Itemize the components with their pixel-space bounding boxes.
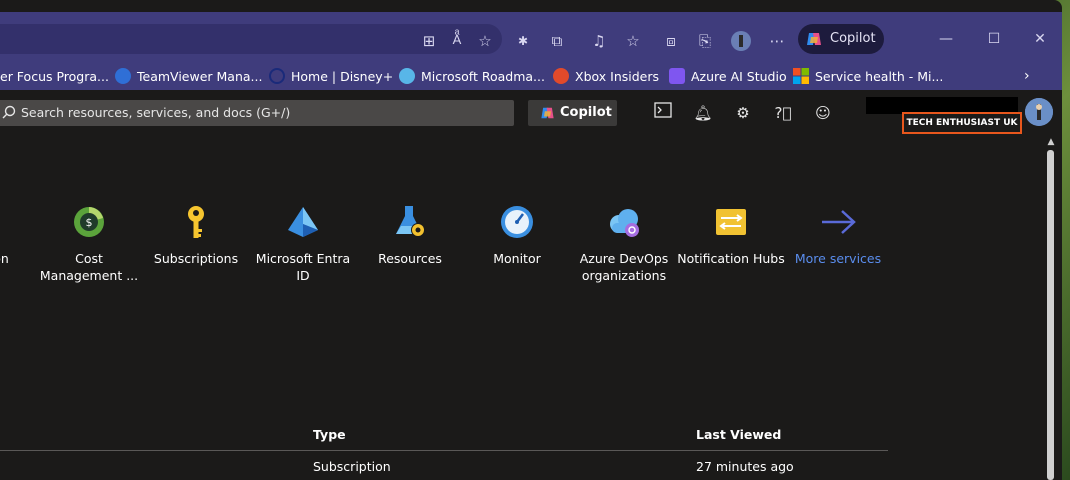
portal-copilot-button[interactable]: Copilot [528, 100, 617, 126]
favorites-bar: er Focus Progra... TeamViewer Mana... Ho… [0, 62, 1062, 90]
xbox-insiders-icon [553, 68, 569, 84]
browser-copilot-button[interactable]: Copilot [798, 24, 884, 54]
table-cell-last-viewed: 27 minutes ago [696, 459, 794, 474]
read-aloud-icon[interactable]: A͏ͣ [446, 30, 468, 52]
browser-window: ⊞ A͏ͣ ☆ ✱ ⧉ ♫ ☆ ⧈ ⎘ ⋯ Copilot — ☐ ✕ er F… [0, 0, 1062, 480]
minimize-button[interactable]: — [932, 28, 960, 50]
service-tile-azure-devops[interactable]: Azure DevOps organizations [569, 204, 679, 284]
copilot-label: Copilot [830, 31, 876, 46]
collections-icon[interactable]: ⧈ [660, 30, 682, 52]
azure-ai-studio-icon [669, 68, 685, 84]
more-services-link[interactable]: More services [783, 204, 893, 267]
service-tile-monitor[interactable]: Monitor [462, 204, 572, 267]
service-tile-resources[interactable]: Resources [355, 204, 465, 267]
bookmark-item[interactable]: Service health - Mi... [793, 66, 943, 86]
tenant-directory-label[interactable]: TECH ENTHUSIAST UK [902, 112, 1022, 134]
key-icon [178, 204, 214, 240]
bookmark-item[interactable]: er Focus Progra... [0, 66, 109, 86]
service-tile-subscriptions[interactable]: Subscriptions [141, 204, 251, 267]
service-tile-notification-hubs[interactable]: Notification Hubs [676, 204, 786, 267]
service-tile-cost-management[interactable]: $ Cost Management ... [34, 204, 144, 284]
microsoft-logo-icon [793, 68, 809, 84]
cost-management-icon: $ [71, 204, 107, 240]
notification-hubs-icon [713, 204, 749, 240]
teamviewer-icon [115, 68, 131, 84]
account-avatar[interactable] [1025, 98, 1053, 126]
more-options-icon[interactable]: ⋯ [766, 30, 788, 52]
column-header-last-viewed[interactable]: Last Viewed [696, 427, 781, 442]
resources-flask-icon [392, 204, 428, 240]
scroll-up-arrow-icon[interactable]: ▲ [1044, 135, 1058, 149]
bookmark-item[interactable]: Home | Disney+ [269, 66, 393, 86]
media-icon[interactable]: ♫ [588, 30, 610, 52]
copilot-logo-icon [541, 107, 554, 119]
app-available-icon[interactable]: ⊞ [418, 30, 440, 52]
maximize-button[interactable]: ☐ [980, 28, 1008, 50]
bookmark-item[interactable]: Xbox Insiders [553, 66, 659, 86]
global-search-input[interactable]: Search resources, services, and docs (G+… [0, 100, 514, 126]
search-placeholder: Search resources, services, and docs (G+… [21, 105, 291, 120]
help-icon[interactable]: ?⃝ [772, 102, 794, 124]
table-divider [0, 450, 888, 451]
bookmarks-overflow-chevron-icon[interactable]: › [1024, 66, 1030, 86]
favorite-star-icon[interactable]: ☆ [474, 30, 496, 52]
entra-id-icon [285, 204, 321, 240]
share-icon[interactable]: ⎘ [694, 30, 716, 52]
bookmark-item[interactable]: Microsoft Roadma... [399, 66, 545, 86]
settings-gear-icon[interactable]: ⚙ [732, 102, 754, 124]
notifications-bell-icon[interactable]: 🔔︎ [692, 102, 714, 124]
favorites-icon[interactable]: ☆ [622, 30, 644, 52]
bookmark-item[interactable]: TeamViewer Mana... [115, 66, 262, 86]
vertical-scrollbar-thumb[interactable] [1047, 150, 1054, 480]
feedback-icon[interactable]: ☺ [812, 102, 834, 124]
devops-cloud-icon [606, 204, 642, 240]
copilot-label: Copilot [560, 105, 612, 120]
disney-icon [269, 68, 285, 84]
roadmap-icon [399, 68, 415, 84]
profile-icon[interactable] [730, 30, 752, 52]
service-tile-entra-id[interactable]: Microsoft Entra ID [248, 204, 358, 284]
column-header-type[interactable]: Type [313, 427, 346, 442]
browser-title-bar: ⊞ A͏ͣ ☆ ✱ ⧉ ♫ ☆ ⧈ ⎘ ⋯ Copilot — ☐ ✕ [0, 12, 1062, 62]
table-cell-type: Subscription [313, 459, 391, 474]
copilot-logo-icon [807, 33, 821, 45]
search-icon [2, 105, 16, 119]
arrow-right-icon [820, 204, 856, 240]
svg-text:$: $ [86, 216, 93, 229]
bookmark-item[interactable]: Azure AI Studio [669, 66, 787, 86]
service-icon [0, 204, 19, 240]
monitor-gauge-icon [499, 204, 535, 240]
extensions-icon[interactable]: ⧉ [546, 30, 568, 52]
extension-gear-icon[interactable]: ✱ [512, 30, 534, 52]
cloud-shell-icon[interactable] [652, 102, 674, 124]
close-button[interactable]: ✕ [1026, 28, 1054, 50]
